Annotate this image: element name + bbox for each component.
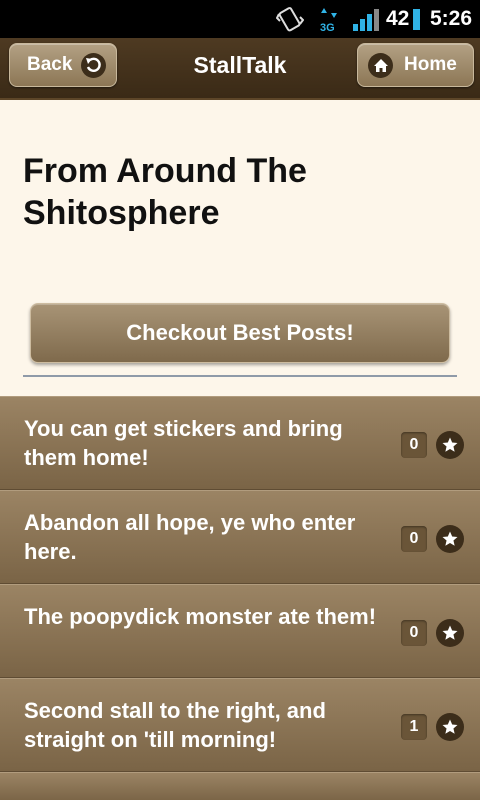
back-button[interactable]: Back xyxy=(9,43,117,87)
home-button-label: Home xyxy=(404,54,457,75)
vote-count-badge: 0 xyxy=(401,620,427,646)
post-text: Abandon all hope, ye who enter here. xyxy=(24,510,356,564)
svg-text:3G: 3G xyxy=(320,22,335,34)
post-text: You can get stickers and bring them home… xyxy=(24,416,343,470)
vote-count-badge: 1 xyxy=(401,714,427,740)
data-3g-icon: 3G xyxy=(320,8,337,34)
page-title: From Around The Shitosphere xyxy=(23,152,307,232)
star-icon[interactable] xyxy=(436,431,464,459)
list-item[interactable]: Abandon all hope, ye who enter here. 0 xyxy=(0,490,480,584)
signal-icon xyxy=(353,9,379,31)
star-icon[interactable] xyxy=(436,619,464,647)
best-posts-button[interactable]: Checkout Best Posts! xyxy=(30,303,450,363)
list-item[interactable]: You can get stickers and bring them home… xyxy=(0,396,480,490)
star-icon[interactable] xyxy=(436,525,464,553)
post-text: Second stall to the right, and straight … xyxy=(24,698,326,752)
divider xyxy=(23,375,457,377)
post-list: You can get stickers and bring them home… xyxy=(0,396,480,800)
vote-count-badge: 0 xyxy=(401,432,427,458)
battery-icon xyxy=(413,9,420,30)
back-button-label: Back xyxy=(27,54,73,75)
clock: 5:26 xyxy=(430,7,473,30)
list-item-partial[interactable] xyxy=(0,772,480,800)
back-arrow-icon xyxy=(81,52,106,78)
star-icon[interactable] xyxy=(436,713,464,741)
app-header: Back StallTalk Home xyxy=(0,38,480,100)
app-title: StallTalk xyxy=(193,52,287,78)
post-text: The poopydick monster ate them! xyxy=(24,604,377,629)
list-item[interactable]: The poopydick monster ate them! 0 xyxy=(0,584,480,678)
home-icon xyxy=(368,52,393,78)
vibrate-icon xyxy=(276,7,304,32)
status-bar: 3G 42 5:26 xyxy=(0,0,480,38)
home-button[interactable]: Home xyxy=(357,43,474,87)
vote-count-badge: 0 xyxy=(401,526,427,552)
battery-level: 42 xyxy=(386,7,410,30)
list-item[interactable]: Second stall to the right, and straight … xyxy=(0,678,480,772)
